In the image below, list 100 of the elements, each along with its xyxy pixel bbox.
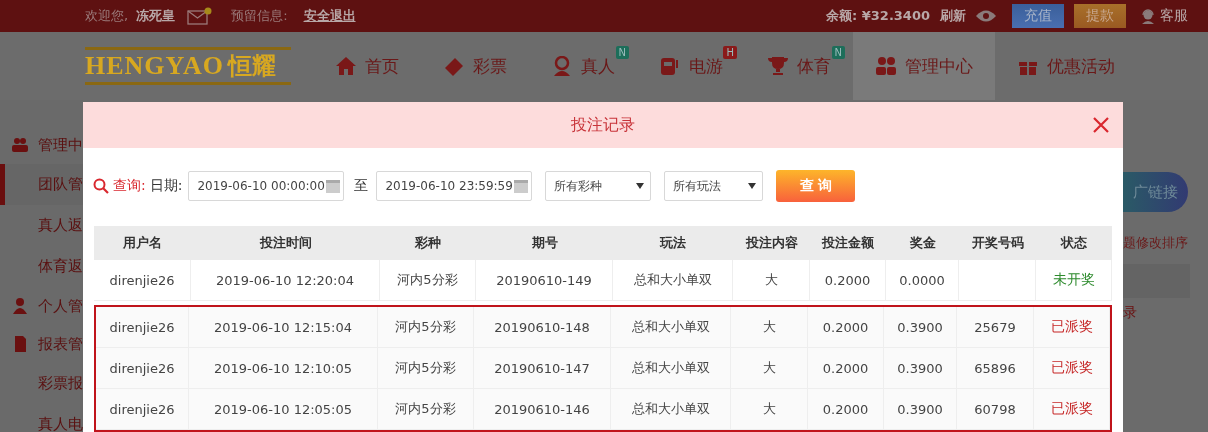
person-icon bbox=[551, 56, 573, 76]
table-cell: 25679 bbox=[974, 319, 1016, 335]
sidebar-item[interactable]: 彩票报 bbox=[0, 363, 83, 404]
nav-item[interactable]: 电游 H bbox=[637, 32, 745, 100]
date-label: 日期: bbox=[149, 177, 183, 195]
column-header: 投注金额 bbox=[820, 234, 875, 252]
caret-icon bbox=[636, 182, 645, 190]
column-header: 奖金 bbox=[908, 234, 937, 252]
calendar-icon bbox=[512, 178, 529, 194]
caret-icon bbox=[748, 182, 757, 190]
table-cell: 河内5分彩 bbox=[397, 271, 458, 289]
calendar-icon bbox=[324, 178, 341, 194]
play-select[interactable]: 所有玩法 bbox=[664, 171, 764, 201]
table-cell: 总和大小单双 bbox=[631, 359, 710, 377]
game-machine-icon bbox=[659, 56, 681, 76]
table-cell: direnjie26 bbox=[109, 319, 175, 335]
table-cell: 总和大小单双 bbox=[631, 318, 710, 336]
logout-link[interactable]: 安全退出 bbox=[303, 7, 356, 25]
trophy-icon bbox=[767, 56, 789, 76]
table-cell: 0.3900 bbox=[897, 401, 943, 417]
table-cell: direnjie26 bbox=[109, 401, 175, 417]
sort-hint-text: 题修改排序 bbox=[1123, 234, 1188, 252]
column-header: 投注时间 bbox=[258, 234, 313, 252]
sidebar-item[interactable]: 真人电 bbox=[0, 404, 83, 432]
sidebar-item[interactable]: 报表管 bbox=[0, 325, 83, 363]
refresh-link[interactable]: 刷新 bbox=[940, 7, 966, 25]
table-cell: 大 bbox=[762, 400, 776, 418]
nav-badge: N bbox=[831, 46, 845, 59]
table-cell: 0.2000 bbox=[824, 272, 871, 288]
table-cell: direnjie26 bbox=[109, 272, 175, 288]
sidebar-item[interactable]: 个人管 bbox=[0, 287, 83, 325]
search-icon bbox=[93, 178, 109, 194]
record-link[interactable]: 录 bbox=[1123, 304, 1137, 322]
table-cell: 2019-06-10 12:10:05 bbox=[213, 360, 353, 376]
promo-link-button[interactable]: 广链接 bbox=[1123, 172, 1188, 212]
table-cell: 0.3900 bbox=[897, 319, 943, 335]
column-header: 玩法 bbox=[658, 234, 687, 252]
status-text: 已派奖 bbox=[1050, 400, 1093, 418]
table-cell: 总和大小单双 bbox=[633, 271, 712, 289]
table-cell: 大 bbox=[762, 318, 776, 336]
nav-item[interactable]: 体育 N bbox=[745, 32, 853, 100]
person-icon bbox=[12, 298, 28, 314]
support-link[interactable]: 客服 bbox=[1140, 7, 1188, 25]
deposit-button[interactable]: 充值 bbox=[1012, 4, 1064, 28]
document-icon bbox=[12, 336, 28, 352]
table-cell: 大 bbox=[762, 359, 776, 377]
table-cell: 0.3900 bbox=[897, 360, 943, 376]
withdraw-button[interactable]: 提款 bbox=[1074, 4, 1126, 28]
table-cell: 河内5分彩 bbox=[395, 400, 456, 418]
sidebar-item[interactable]: 团队管 bbox=[0, 164, 83, 205]
status-text: 已派奖 bbox=[1050, 359, 1093, 377]
headset-icon bbox=[1140, 8, 1156, 24]
table-cell: 20190610-148 bbox=[494, 319, 590, 335]
table-cell: 0.2000 bbox=[822, 360, 869, 376]
panel-bar bbox=[1123, 264, 1190, 298]
status-text: 已派奖 bbox=[1050, 318, 1093, 336]
close-icon[interactable] bbox=[1093, 117, 1109, 133]
column-header: 状态 bbox=[1059, 234, 1088, 252]
sidebar-item[interactable]: 管理中 bbox=[0, 126, 83, 164]
eye-icon[interactable] bbox=[976, 9, 996, 23]
username: 冻死皇 bbox=[136, 7, 176, 25]
nav-item[interactable]: 优惠活动 bbox=[995, 32, 1137, 100]
sidebar-item[interactable]: 体育返 bbox=[0, 246, 83, 287]
people-icon bbox=[875, 56, 897, 76]
welcome-text: 欢迎您, bbox=[85, 7, 129, 25]
column-header: 用户名 bbox=[122, 234, 163, 252]
date-to-field[interactable]: 2019-06-10 23:59:59 bbox=[376, 171, 533, 201]
table-cell: 0.2000 bbox=[822, 319, 869, 335]
table-cell: direnjie26 bbox=[109, 360, 175, 376]
to-label: 至 bbox=[354, 177, 369, 195]
column-header: 开奖号码 bbox=[970, 234, 1025, 252]
table-cell: 65896 bbox=[974, 360, 1016, 376]
nav-badge: H bbox=[723, 46, 737, 59]
table-cell: 总和大小单双 bbox=[631, 400, 710, 418]
sidebar-item[interactable]: 真人返 bbox=[0, 205, 83, 246]
table-cell: 大 bbox=[764, 271, 778, 289]
table-cell: 河内5分彩 bbox=[395, 359, 456, 377]
query-label: 查询: bbox=[113, 177, 146, 195]
table-cell: 河内5分彩 bbox=[395, 318, 456, 336]
balance-text: 余额: ¥32.3400 bbox=[826, 7, 930, 25]
column-header: 投注内容 bbox=[744, 234, 799, 252]
table-cell: 20190610-146 bbox=[494, 401, 590, 417]
mail-icon[interactable] bbox=[187, 7, 214, 25]
search-button[interactable]: 查 询 bbox=[776, 170, 856, 202]
table-cell: 2019-06-10 12:20:04 bbox=[215, 272, 355, 288]
logo[interactable]: HENGYAO 恒耀 bbox=[85, 47, 291, 85]
date-from-field[interactable]: 2019-06-10 00:00:00 bbox=[188, 171, 345, 201]
status-text: 未开奖 bbox=[1052, 271, 1095, 289]
nav-item[interactable]: 真人 N bbox=[529, 32, 637, 100]
table-cell: 0.2000 bbox=[822, 401, 869, 417]
dialog-title: 投注记录 bbox=[571, 114, 635, 136]
lottery-select[interactable]: 所有彩种 bbox=[545, 171, 652, 201]
message-label: 预留信息: bbox=[231, 7, 288, 25]
table-cell: 20190610-149 bbox=[496, 272, 592, 288]
nav-item[interactable]: 首页 bbox=[313, 32, 421, 100]
table-cell: 0.0000 bbox=[899, 272, 945, 288]
nav-item[interactable]: 管理中心 bbox=[853, 32, 995, 100]
nav-badge: N bbox=[615, 46, 629, 59]
nav-item[interactable]: 彩票 bbox=[421, 32, 529, 100]
table-cell: 60798 bbox=[974, 401, 1016, 417]
